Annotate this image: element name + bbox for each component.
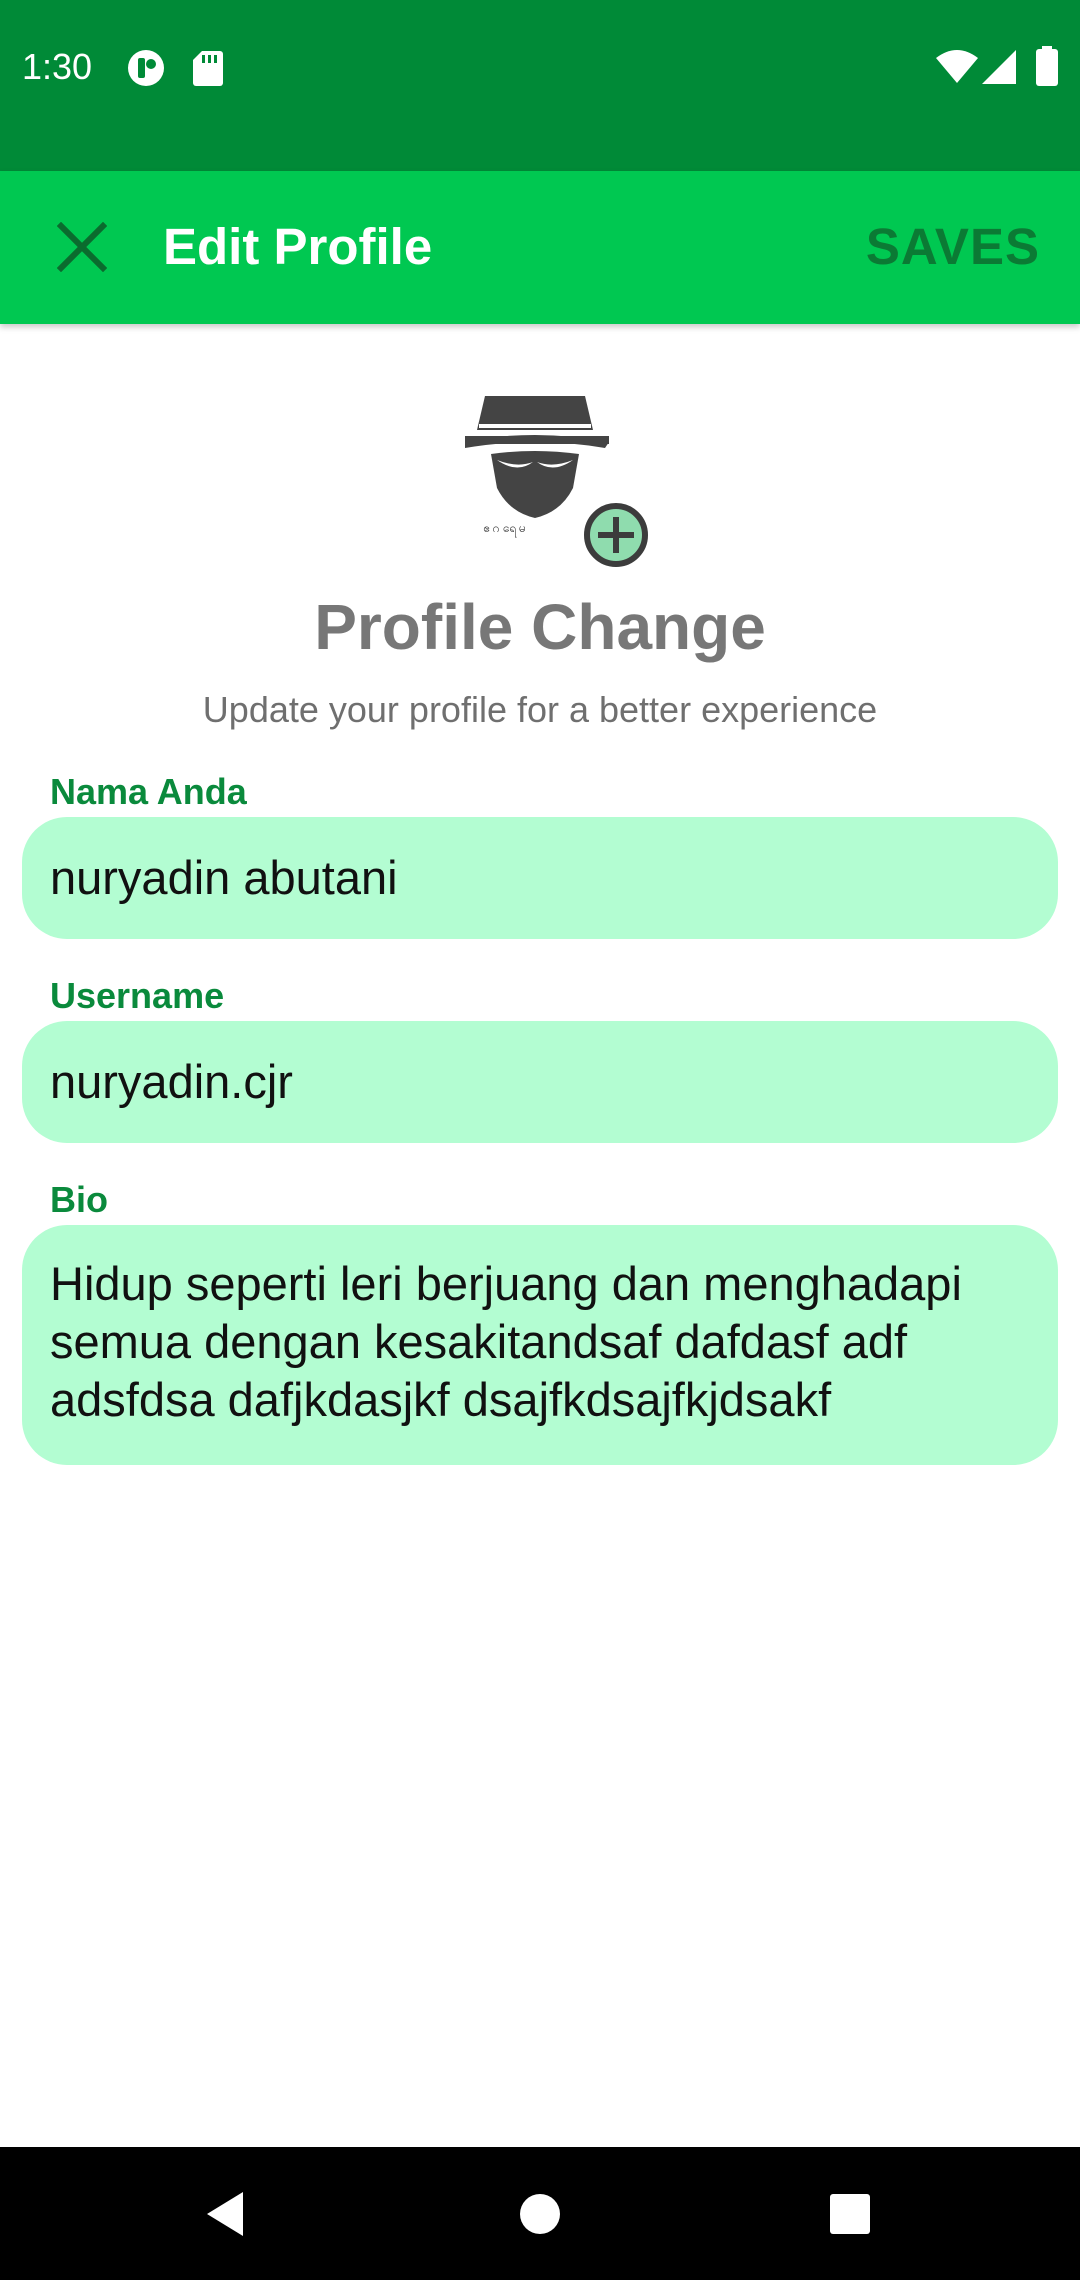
notification-app-icon <box>128 50 164 86</box>
status-bar: 1:30 <box>0 0 1080 171</box>
username-label: Username <box>50 975 225 1016</box>
svg-text:ဧဂရေမ: ဧဂရေမ <box>483 521 529 538</box>
battery-icon <box>1036 46 1058 86</box>
profile-subtitle: Update your profile for a better experie… <box>202 689 878 730</box>
name-label: Nama Anda <box>50 771 247 812</box>
name-field[interactable]: nuryadin abutani <box>22 817 1058 939</box>
recents-button[interactable] <box>805 2171 895 2257</box>
wifi-icon <box>936 50 978 83</box>
app-bar: Edit Profile SAVES <box>0 171 1080 324</box>
page-title: Edit Profile <box>163 218 433 275</box>
status-time: 1:30 <box>22 46 93 87</box>
back-button[interactable] <box>180 2171 270 2257</box>
bio-value: Hidup seperti leri berjuang dan menghada… <box>50 1257 962 1426</box>
avatar[interactable]: ဧဂရေမ <box>461 390 648 570</box>
recents-icon <box>830 2194 870 2234</box>
close-button[interactable] <box>42 202 122 292</box>
username-value: nuryadin.cjr <box>50 1055 293 1108</box>
home-button[interactable] <box>495 2171 585 2257</box>
navigation-bar <box>0 2147 1080 2280</box>
back-icon <box>207 2192 243 2236</box>
add-circle-icon[interactable] <box>583 502 649 568</box>
bio-field[interactable]: Hidup seperti leri berjuang dan menghada… <box>22 1225 1058 1465</box>
saves-button[interactable]: SAVES <box>866 216 1040 278</box>
username-field[interactable]: nuryadin.cjr <box>22 1021 1058 1143</box>
close-icon <box>57 222 107 272</box>
bio-label: Bio <box>50 1179 108 1220</box>
profile-title: Profile Change <box>314 591 766 663</box>
sd-card-icon <box>193 51 223 86</box>
home-icon <box>520 2194 560 2234</box>
cellular-signal-icon <box>982 50 1016 84</box>
name-value: nuryadin abutani <box>50 851 398 904</box>
